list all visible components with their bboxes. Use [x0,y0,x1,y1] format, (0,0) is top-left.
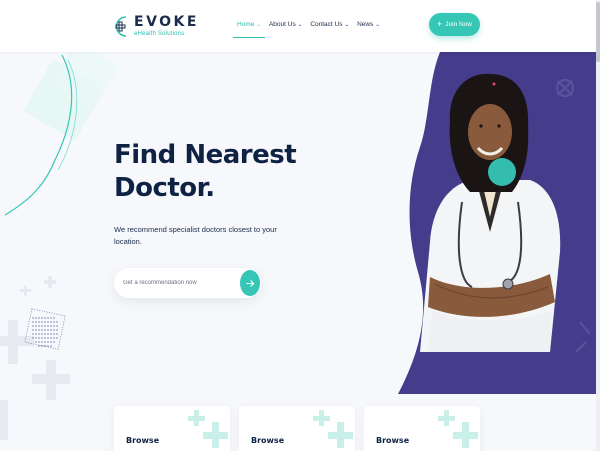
join-now-label: Join Now [445,21,472,28]
nav-item-label: Home [237,21,255,28]
search-submit-button[interactable] [240,270,260,296]
nav-item-label: Contact Us [310,21,343,28]
brand-title: EVOKE [134,13,199,30]
hero-headline-line1: Find Nearest [114,140,297,170]
nav-item-news[interactable]: News ⌄ [353,14,384,38]
hero-description: We recommend specialist doctors closest … [114,225,277,246]
hero-headline: Find Nearest Doctor. [114,139,297,205]
chevron-down-icon: ⌄ [344,21,350,28]
join-now-button[interactable]: + Join Now [429,13,480,36]
card-title: Browse [126,436,160,445]
chevron-down-icon: ⌄ [256,21,261,28]
cross-decoration-icon [438,410,478,448]
recommendation-input[interactable] [123,276,235,290]
brand-logo[interactable]: EVOKE eHealth Solutions [114,11,199,41]
card-title: Browse [251,436,285,445]
card-title: Browse [376,436,410,445]
main-nav: Home ⌄ About Us ⌄ Contact Us ⌄ News ⌄ [233,14,384,38]
site-header: EVOKE eHealth Solutions Home ⌄ About Us … [0,0,600,52]
arrow-right-icon [245,279,254,287]
nav-item-label: About Us [268,21,296,28]
nav-item-contact-us[interactable]: Contact Us ⌄ [306,14,353,38]
nav-item-home[interactable]: Home ⌄ [233,14,265,38]
browse-card[interactable]: Browse [239,406,355,451]
nav-item-about-us[interactable]: About Us ⌄ [265,14,306,38]
cross-decoration-icon [313,410,353,448]
hero-headline-line2: Doctor. [114,173,215,203]
plus-icon: + [437,19,443,29]
browse-card[interactable]: Browse [114,406,230,451]
chevron-down-icon: ⌄ [297,21,303,28]
chevron-down-icon: ⌄ [375,21,380,28]
brand-subtitle: eHealth Solutions [134,30,185,37]
hero-doctor-image [398,52,596,394]
page-scrollbar[interactable] [596,0,600,451]
browse-card[interactable]: Browse [364,406,480,451]
recommendation-search [114,268,261,298]
nav-item-label: News [357,21,374,28]
logo-cross-icon [115,15,127,37]
scrollbar-thumb[interactable] [596,2,600,62]
cross-decoration-icon [188,410,228,448]
